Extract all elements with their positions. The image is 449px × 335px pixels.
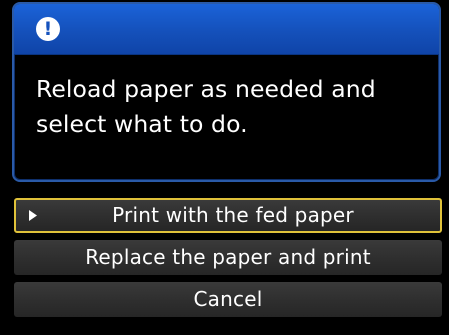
- dialog-message: Reload paper as needed and select what t…: [36, 75, 376, 138]
- option-cancel[interactable]: Cancel: [14, 282, 442, 317]
- option-print-with-fed-paper[interactable]: Print with the fed paper: [14, 198, 442, 233]
- exclamation-icon: !: [36, 17, 60, 41]
- option-label: Cancel: [193, 287, 263, 311]
- option-replace-paper-and-print[interactable]: Replace the paper and print: [14, 240, 442, 275]
- dialog-header: !: [14, 4, 439, 55]
- option-list: Print with the fed paper Replace the pap…: [14, 198, 442, 324]
- option-label: Print with the fed paper: [112, 203, 354, 227]
- option-label: Replace the paper and print: [85, 245, 371, 269]
- selection-arrow-icon: [28, 200, 40, 231]
- selection-arrow-icon-shape: [29, 210, 37, 221]
- message-dialog: ! Reload paper as needed and select what…: [12, 2, 441, 182]
- printer-lcd-screen: ! Reload paper as needed and select what…: [0, 0, 449, 335]
